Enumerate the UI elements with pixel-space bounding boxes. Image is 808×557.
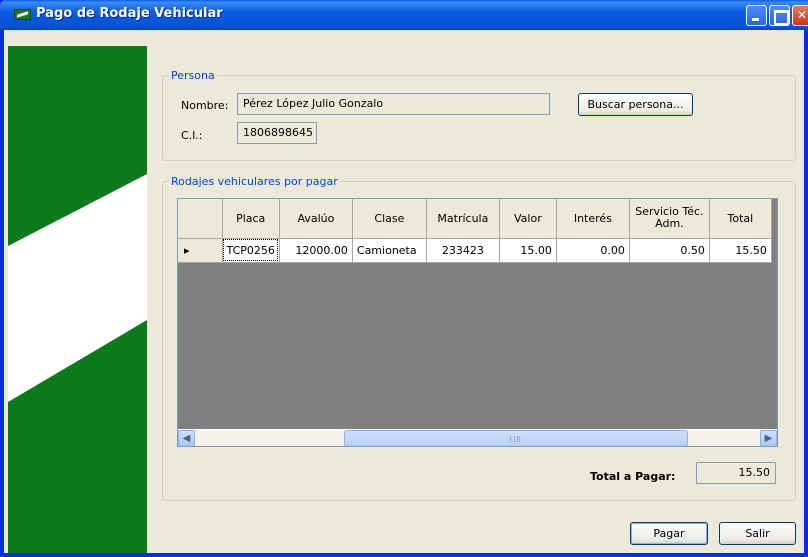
flag-stripe-graphic — [8, 46, 147, 553]
salir-button[interactable]: Salir — [719, 522, 796, 545]
flag-icon — [14, 9, 31, 20]
scrollbar-thumb[interactable] — [344, 430, 688, 446]
total-label: Total a Pagar: — [590, 470, 676, 483]
persona-group: Persona — [162, 69, 796, 161]
cell-valor[interactable]: 15.00 — [499, 238, 557, 263]
row-pointer-icon[interactable]: ▸ — [178, 238, 223, 263]
column-header-placa[interactable]: Placa — [222, 199, 280, 239]
total-field[interactable]: 15.50 — [696, 462, 776, 484]
cell-servicio[interactable]: 0.50 — [629, 238, 710, 263]
grip-icon — [510, 436, 520, 442]
cell-matricula[interactable]: 233423 — [426, 238, 500, 263]
column-header-servicio[interactable]: Servicio Téc. Adm. — [629, 199, 710, 239]
column-header-valor[interactable]: Valor — [499, 199, 557, 239]
title-bar[interactable]: Pago de Rodaje Vehicular ✕ — [0, 0, 808, 30]
pagar-button[interactable]: Pagar — [630, 522, 708, 545]
column-header-avaluo[interactable]: Avalúo — [279, 199, 353, 239]
window-title: Pago de Rodaje Vehicular — [36, 6, 223, 21]
rodajes-table: Placa Avalúo Clase Matrícula Valor Inter… — [178, 199, 772, 263]
column-header-matricula[interactable]: Matrícula — [426, 199, 500, 239]
cell-total[interactable]: 15.50 — [709, 238, 772, 263]
ci-label: C.I.: — [181, 129, 203, 142]
buscar-persona-button[interactable]: Buscar persona... — [578, 93, 693, 116]
grid-header-row: Placa Avalúo Clase Matrícula Valor Inter… — [178, 199, 772, 239]
nombre-label: Nombre: — [181, 99, 229, 112]
persona-legend: Persona — [171, 69, 215, 82]
ci-field[interactable]: 1806898645 — [237, 122, 317, 144]
close-icon: ✕ — [796, 8, 808, 22]
arrow-left-icon[interactable]: ◀ — [178, 430, 195, 446]
flag-banner — [8, 46, 147, 553]
minimize-button[interactable] — [746, 5, 767, 26]
column-header-clase[interactable]: Clase — [352, 199, 427, 239]
cell-clase[interactable]: Camioneta — [352, 238, 427, 263]
column-header-total[interactable]: Total — [709, 199, 772, 239]
horizontal-scrollbar[interactable]: ◀ ▶ — [178, 429, 777, 446]
cell-interes[interactable]: 0.00 — [556, 238, 630, 263]
cell-placa[interactable]: TCP0256 — [222, 238, 280, 263]
close-button[interactable]: ✕ — [792, 5, 808, 26]
arrow-right-icon[interactable]: ▶ — [760, 430, 777, 446]
rodajes-grid[interactable]: Placa Avalúo Clase Matrícula Valor Inter… — [177, 198, 778, 447]
grid-corner-header — [178, 199, 223, 239]
column-header-interes[interactable]: Interés — [556, 199, 630, 239]
rodajes-legend: Rodajes vehiculares por pagar — [171, 175, 338, 188]
maximize-button[interactable] — [769, 5, 790, 26]
table-row[interactable]: ▸ TCP0256 12000.00 Camioneta 233423 15.0… — [178, 238, 772, 263]
cell-avaluo[interactable]: 12000.00 — [279, 238, 353, 263]
nombre-field[interactable]: Pérez López Julio Gonzalo — [237, 93, 550, 115]
